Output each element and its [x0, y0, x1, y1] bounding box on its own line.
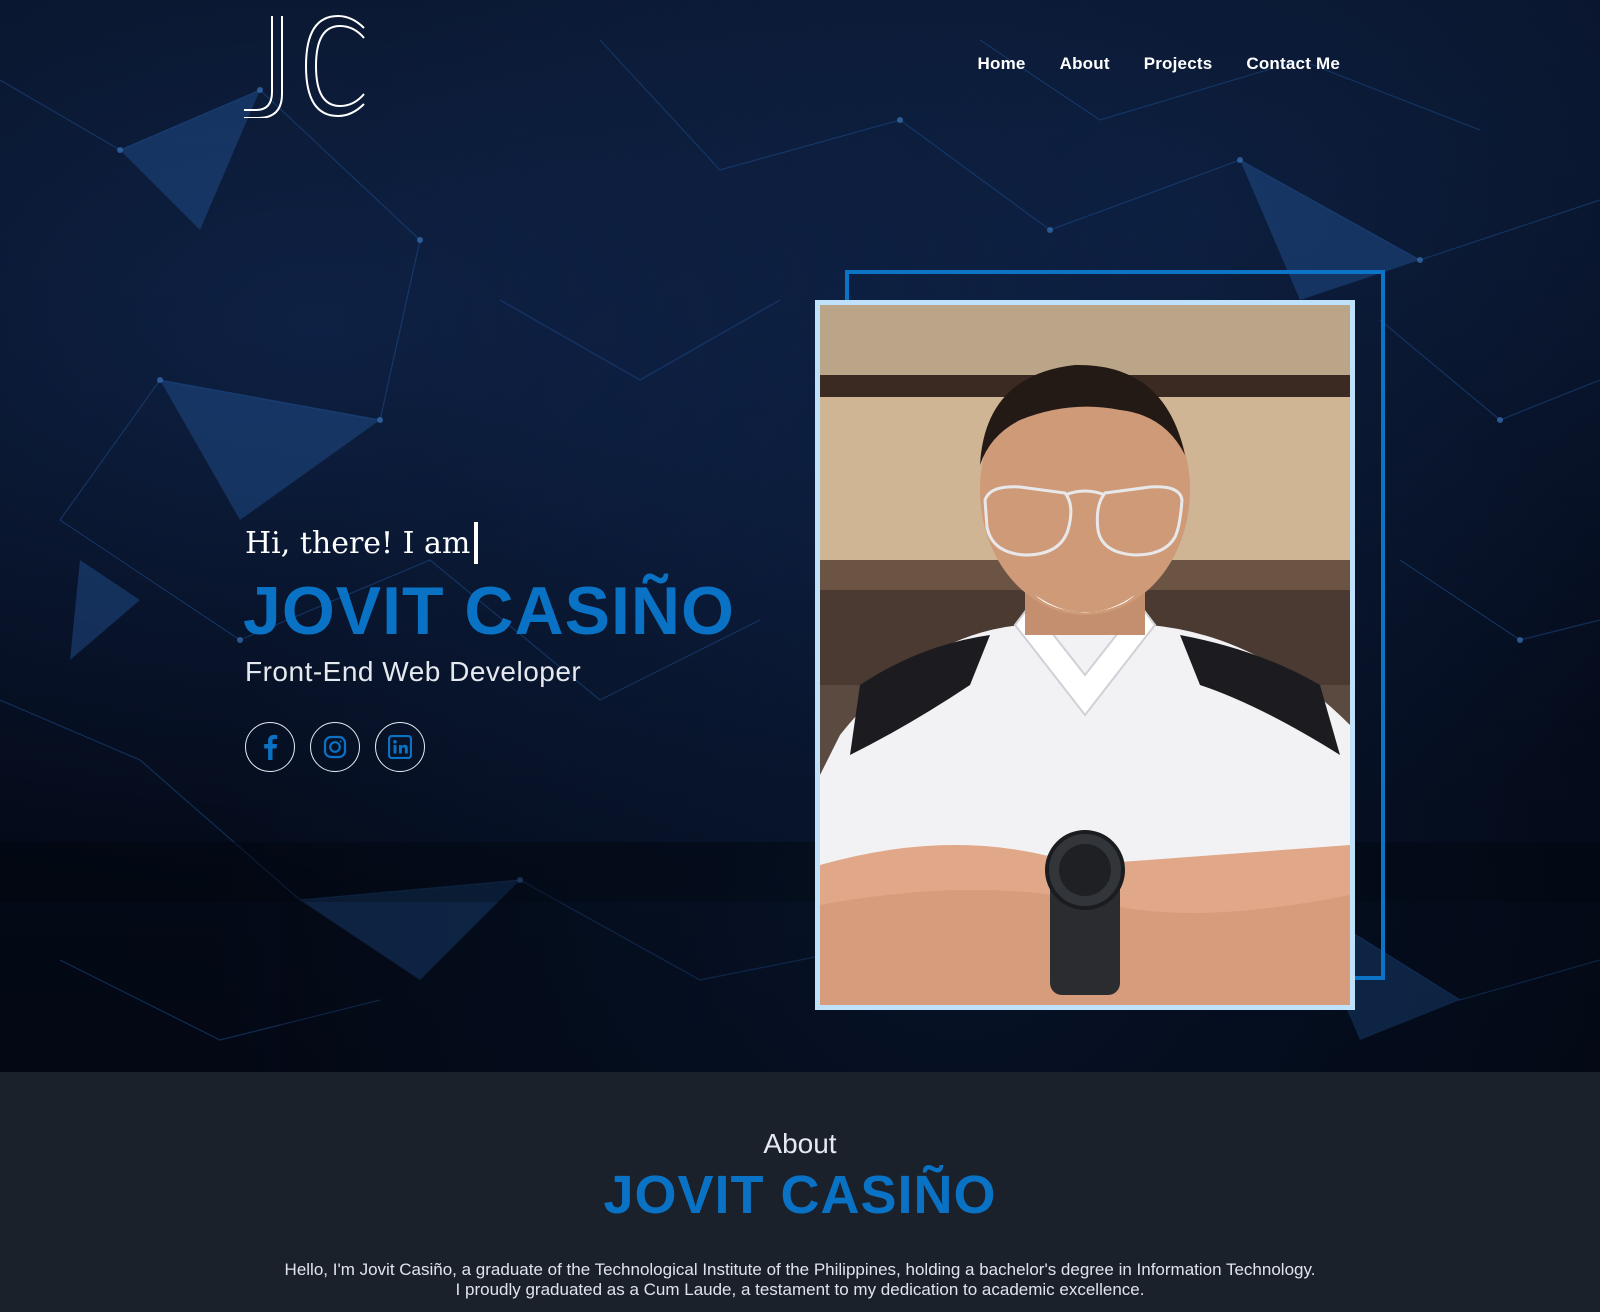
facebook-link[interactable]: [245, 722, 295, 772]
main-nav: Home About Projects Contact Me: [978, 54, 1340, 74]
typing-cursor: [474, 522, 479, 564]
instagram-link[interactable]: [310, 722, 360, 772]
about-label: About: [763, 1128, 837, 1159]
profile-portrait: [820, 305, 1350, 1005]
hero-role: Front-End Web Developer: [245, 656, 582, 687]
instagram-icon: [323, 735, 347, 759]
social-links: [245, 722, 425, 772]
profile-photo: [815, 300, 1355, 1010]
linkedin-icon: [388, 735, 412, 759]
nav-projects-link[interactable]: Projects: [1144, 54, 1213, 74]
hero-greeting: Hi, there! I am: [245, 522, 479, 564]
nav-about-link[interactable]: About: [1060, 54, 1110, 74]
jc-logo[interactable]: [244, 14, 368, 118]
nav-home-link[interactable]: Home: [978, 54, 1026, 74]
greeting-text: Hi, there! I am: [245, 525, 471, 561]
linkedin-link[interactable]: [375, 722, 425, 772]
about-name: JOVIT CASIÑO: [603, 1165, 997, 1225]
hero-name: JOVIT CASIÑO: [243, 573, 735, 649]
facebook-icon: [264, 734, 278, 760]
about-paragraph: Hello, I'm Jovit Casiño, a graduate of t…: [284, 1260, 1316, 1299]
nav-contact-link[interactable]: Contact Me: [1246, 54, 1340, 74]
